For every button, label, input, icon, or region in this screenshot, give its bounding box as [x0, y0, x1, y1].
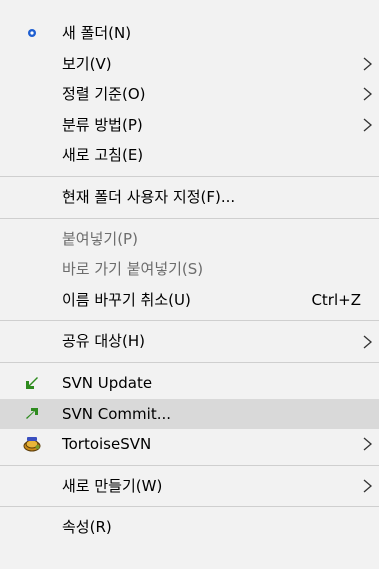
menu-item-label: 새로 만들기(W): [62, 476, 163, 495]
menu-item-new[interactable]: 새로 만들기(W): [0, 471, 379, 502]
menu-item-label: 속성(R): [62, 518, 112, 537]
svn-update-icon: [22, 373, 42, 393]
menu-item-svn-commit[interactable]: SVN Commit...: [0, 398, 379, 430]
menu-item-label: 이름 바꾸기 취소(U): [62, 290, 191, 309]
separator: [0, 320, 379, 322]
menu-item-label: SVN Commit...: [62, 404, 171, 423]
separator: [0, 217, 379, 219]
menu-item-tortoisesvn[interactable]: TortoiseSVN: [0, 429, 379, 460]
menu-item-label: 새로 고침(E): [62, 146, 144, 165]
menu-item-view[interactable]: 보기(V): [0, 49, 379, 80]
shortcut-text: Ctrl+Z: [311, 290, 361, 309]
menu-item-label: 새 폴더(N): [62, 24, 132, 42]
menu-item-new-folder[interactable]: 새 폴더(N): [0, 18, 379, 49]
menu-item-svn-update[interactable]: SVN Update: [0, 368, 379, 399]
menu-item-label: 바로 가기 붙여넣기(S): [62, 260, 204, 279]
chevron-right-icon: [363, 87, 372, 101]
menu-item-label: 정렬 기준(O): [62, 85, 146, 104]
new-folder-dot-icon: [22, 23, 42, 43]
menu-item-group-by[interactable]: 분류 방법(P): [0, 110, 379, 141]
menu-item-share-with[interactable]: 공유 대상(H): [0, 326, 379, 357]
svn-commit-icon: [22, 404, 42, 424]
menu-item-label: 붙여넣기(P): [62, 229, 138, 248]
separator: [0, 506, 379, 508]
separator: [0, 361, 379, 363]
chevron-right-icon: [363, 479, 372, 493]
chevron-right-icon: [363, 335, 372, 349]
menu-item-label: 분류 방법(P): [62, 115, 143, 134]
menu-item-label: SVN Update: [62, 373, 153, 392]
separator: [0, 464, 379, 466]
menu-item-label: 보기(V): [62, 54, 112, 73]
chevron-right-icon: [363, 57, 372, 71]
menu-item-properties[interactable]: 속성(R): [0, 512, 379, 543]
menu-item-undo-rename[interactable]: 이름 바꾸기 취소(U) Ctrl+Z: [0, 285, 379, 316]
menu-item-sort-by[interactable]: 정렬 기준(O): [0, 79, 379, 110]
chevron-right-icon: [363, 437, 372, 451]
menu-item-paste: 붙여넣기(P): [0, 224, 379, 255]
menu-item-label: TortoiseSVN: [62, 435, 152, 454]
separator: [0, 175, 379, 177]
context-menu: 새 폴더(N) 보기(V) 정렬 기준(O) 분류 방법(P) 새로 고침(E)…: [0, 0, 379, 569]
menu-item-refresh[interactable]: 새로 고침(E): [0, 140, 379, 171]
menu-item-label: 현재 폴더 사용자 지정(F)...: [62, 187, 236, 206]
menu-item-paste-shortcut: 바로 가기 붙여넣기(S): [0, 254, 379, 285]
menu-item-customize-folder[interactable]: 현재 폴더 사용자 지정(F)...: [0, 182, 379, 213]
chevron-right-icon: [363, 118, 372, 132]
tortoisesvn-icon: [22, 434, 42, 454]
menu-item-label: 공유 대상(H): [62, 332, 145, 351]
